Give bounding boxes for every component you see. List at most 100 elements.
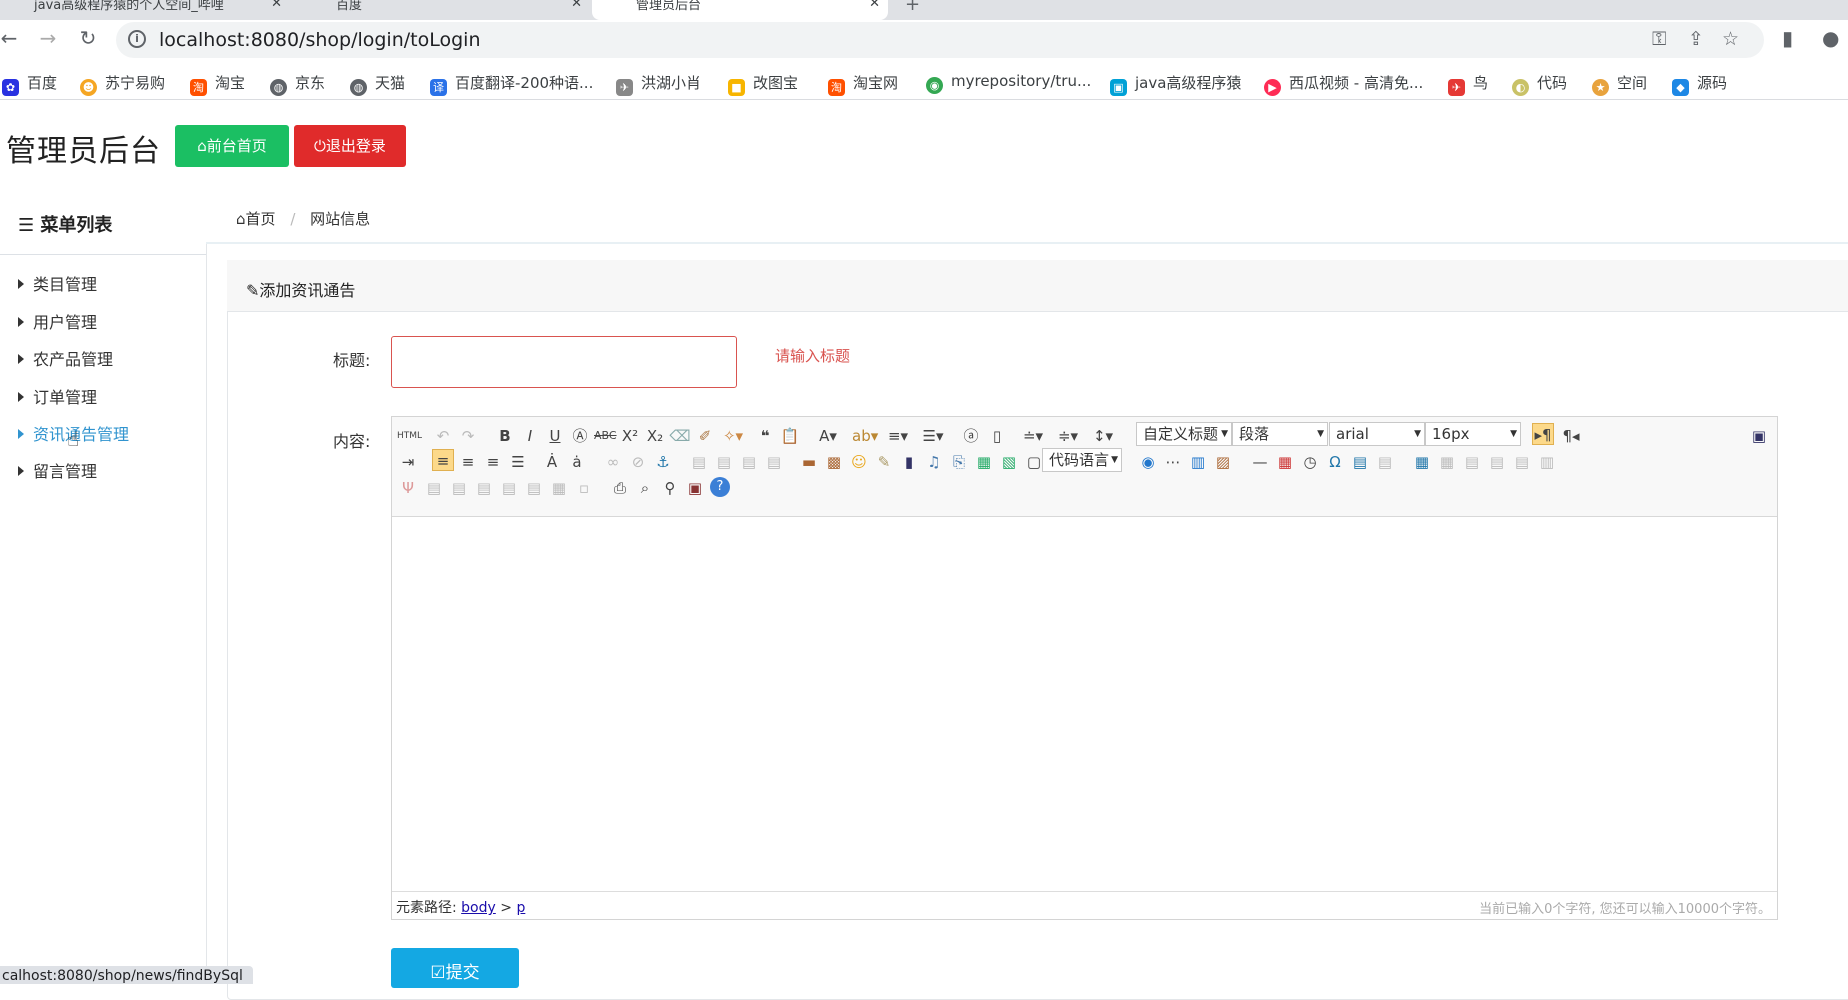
delete-row-icon[interactable]: ▤: [1511, 451, 1533, 473]
row-spacing-bottom-icon[interactable]: ≑▾: [1057, 425, 1079, 447]
bookmark-item[interactable]: ■ 改图宝: [728, 72, 798, 96]
blockquote-icon[interactable]: ❝: [754, 425, 776, 447]
bookmark-star-icon[interactable]: ☆: [1722, 28, 1739, 50]
select-all-icon[interactable]: ⓐ: [960, 425, 982, 447]
page-break-icon[interactable]: ⋯: [1162, 451, 1184, 473]
reload-icon[interactable]: ↻: [75, 26, 101, 50]
redo-icon[interactable]: ↷: [457, 425, 479, 447]
lowercase-icon[interactable]: ȧ: [566, 451, 588, 473]
uppercase-icon[interactable]: Ȧ: [541, 451, 563, 473]
auto-format-icon[interactable]: ✧▾: [722, 425, 744, 447]
template-icon[interactable]: ▥: [1187, 451, 1209, 473]
print-icon[interactable]: ⎙: [609, 477, 631, 499]
profile-icon[interactable]: ●: [1822, 26, 1839, 50]
insert-table-icon[interactable]: ▦: [1411, 451, 1433, 473]
address-bar[interactable]: i localhost:8080/shop/login/toLogin ⚿ ⇪ …: [116, 22, 1764, 58]
subscript-icon[interactable]: X₂: [644, 425, 666, 447]
find-icon[interactable]: ⚲: [659, 477, 681, 499]
unordered-list-icon[interactable]: ☰▾: [922, 425, 944, 447]
tab-close-icon[interactable]: ✕: [571, 0, 582, 11]
web-app-icon[interactable]: ◉: [1137, 451, 1159, 473]
insert-paragraph-before-table-icon[interactable]: ▤: [1461, 451, 1483, 473]
insert-row-icon[interactable]: ▤: [1486, 451, 1508, 473]
image-left-icon[interactable]: ▤: [713, 451, 735, 473]
back-icon[interactable]: ←: [0, 26, 22, 50]
bookmark-item[interactable]: ◍ 天猫: [350, 72, 405, 96]
ordered-list-icon[interactable]: ≡▾: [887, 425, 909, 447]
bookmark-item[interactable]: ▣ java高级程序猿: [1110, 72, 1241, 96]
tab-admin[interactable]: 管理员后台 ✕: [592, 0, 888, 20]
tab-close-icon[interactable]: ✕: [271, 0, 282, 11]
bold-icon[interactable]: B: [494, 425, 516, 447]
drafts-icon[interactable]: ▣: [684, 477, 706, 499]
submit-button[interactable]: ☑提交: [391, 948, 519, 988]
font-border-icon[interactable]: Ⓐ: [569, 425, 591, 447]
delete-col-icon[interactable]: Ψ: [397, 477, 419, 499]
format-brush-icon[interactable]: ✐: [694, 425, 716, 447]
help-icon[interactable]: ?: [710, 477, 730, 497]
emotion-icon[interactable]: ☺: [848, 451, 870, 473]
scrawl-icon[interactable]: ✎: [873, 451, 895, 473]
link-icon[interactable]: ∞: [602, 451, 624, 473]
sidebar-item-users[interactable]: 用户管理: [18, 309, 97, 333]
custom-heading-select[interactable]: 自定义标题 ▼: [1136, 422, 1232, 446]
simple-upload-icon[interactable]: ▬: [798, 451, 820, 473]
forward-icon[interactable]: →: [35, 26, 61, 50]
merge-right-icon[interactable]: ▤: [448, 477, 470, 499]
bookmark-item[interactable]: ☻ 苏宁易购: [80, 72, 165, 96]
logout-button[interactable]: ⏻退出登录: [294, 125, 406, 167]
chart-icon[interactable]: ▫: [573, 477, 595, 499]
bookmark-item[interactable]: ◍ 京东: [270, 72, 325, 96]
align-justify-icon[interactable]: ☰: [507, 451, 529, 473]
align-right-icon[interactable]: ≡: [482, 451, 504, 473]
tab-close-icon[interactable]: ✕: [869, 0, 880, 11]
insert-col-icon[interactable]: ▥: [1536, 451, 1558, 473]
eraser-icon[interactable]: ⌫: [669, 425, 691, 447]
paste-plain-icon[interactable]: 📋: [779, 425, 801, 447]
font-size-select[interactable]: 16px ▼: [1425, 422, 1521, 446]
undo-icon[interactable]: ↶: [432, 425, 454, 447]
fullscreen-icon[interactable]: ▣: [1748, 425, 1770, 447]
gmap-icon[interactable]: ▧: [998, 451, 1020, 473]
sidebar-item-messages[interactable]: 留言管理: [18, 458, 97, 482]
indent-icon[interactable]: ⇥: [397, 451, 419, 473]
bookmark-item[interactable]: 译百度翻译-200种语...: [430, 72, 593, 96]
bookmark-item[interactable]: ✈ 洪湖小肖: [616, 72, 701, 96]
sidebar-item-category[interactable]: 类目管理: [18, 271, 97, 295]
music-icon[interactable]: ♫: [923, 451, 945, 473]
bookmark-item[interactable]: ✿ 百度: [2, 72, 57, 96]
bookmark-item[interactable]: ◐ 代码: [1512, 72, 1567, 96]
delete-table-icon[interactable]: ▦: [1436, 451, 1458, 473]
attachment-icon[interactable]: ⎘: [948, 451, 970, 473]
bookmark-item[interactable]: 淘淘宝: [190, 72, 245, 96]
insert-image-icon[interactable]: ▩: [823, 451, 845, 473]
split-cols-icon[interactable]: ▦: [548, 477, 570, 499]
font-color-icon[interactable]: A▾: [817, 425, 839, 447]
word-image-icon[interactable]: ▤: [1349, 451, 1371, 473]
split-cells-icon[interactable]: ▤: [498, 477, 520, 499]
image-right-icon[interactable]: ▤: [738, 451, 760, 473]
ltr-icon[interactable]: ▸¶: [1532, 423, 1554, 445]
search-replace-icon[interactable]: ▤: [1374, 451, 1396, 473]
horizontal-rule-icon[interactable]: —: [1249, 451, 1271, 473]
merge-cells-icon[interactable]: ▤: [423, 477, 445, 499]
anchor-icon[interactable]: ⚓: [652, 451, 674, 473]
date-icon[interactable]: ▦: [1274, 451, 1296, 473]
path-body-link[interactable]: body: [461, 900, 496, 916]
bookmark-item[interactable]: ▶ 西瓜视频 - 高清免...: [1264, 72, 1423, 96]
special-chars-icon[interactable]: Ω: [1324, 451, 1346, 473]
row-spacing-top-icon[interactable]: ≐▾: [1022, 425, 1044, 447]
align-center-icon[interactable]: ≡: [457, 451, 479, 473]
unlink-icon[interactable]: ⊘: [627, 451, 649, 473]
clear-doc-icon[interactable]: ▯: [986, 425, 1008, 447]
bookmark-item[interactable]: ★ 空间: [1592, 72, 1647, 96]
line-height-icon[interactable]: ↕▾: [1092, 425, 1114, 447]
bookmark-item[interactable]: 淘淘宝网: [828, 72, 898, 96]
tab-bilibili[interactable]: java高级程序猿的个人空间_哔哩 ✕: [0, 0, 290, 20]
highlight-icon[interactable]: ab▾: [852, 425, 878, 447]
site-info-icon[interactable]: i: [128, 30, 146, 48]
side-panel-icon[interactable]: ▮: [1782, 26, 1793, 50]
key-icon[interactable]: ⚿: [1652, 28, 1666, 50]
merge-down-icon[interactable]: ▤: [473, 477, 495, 499]
code-language-select[interactable]: 代码语言 ▼: [1042, 448, 1122, 472]
